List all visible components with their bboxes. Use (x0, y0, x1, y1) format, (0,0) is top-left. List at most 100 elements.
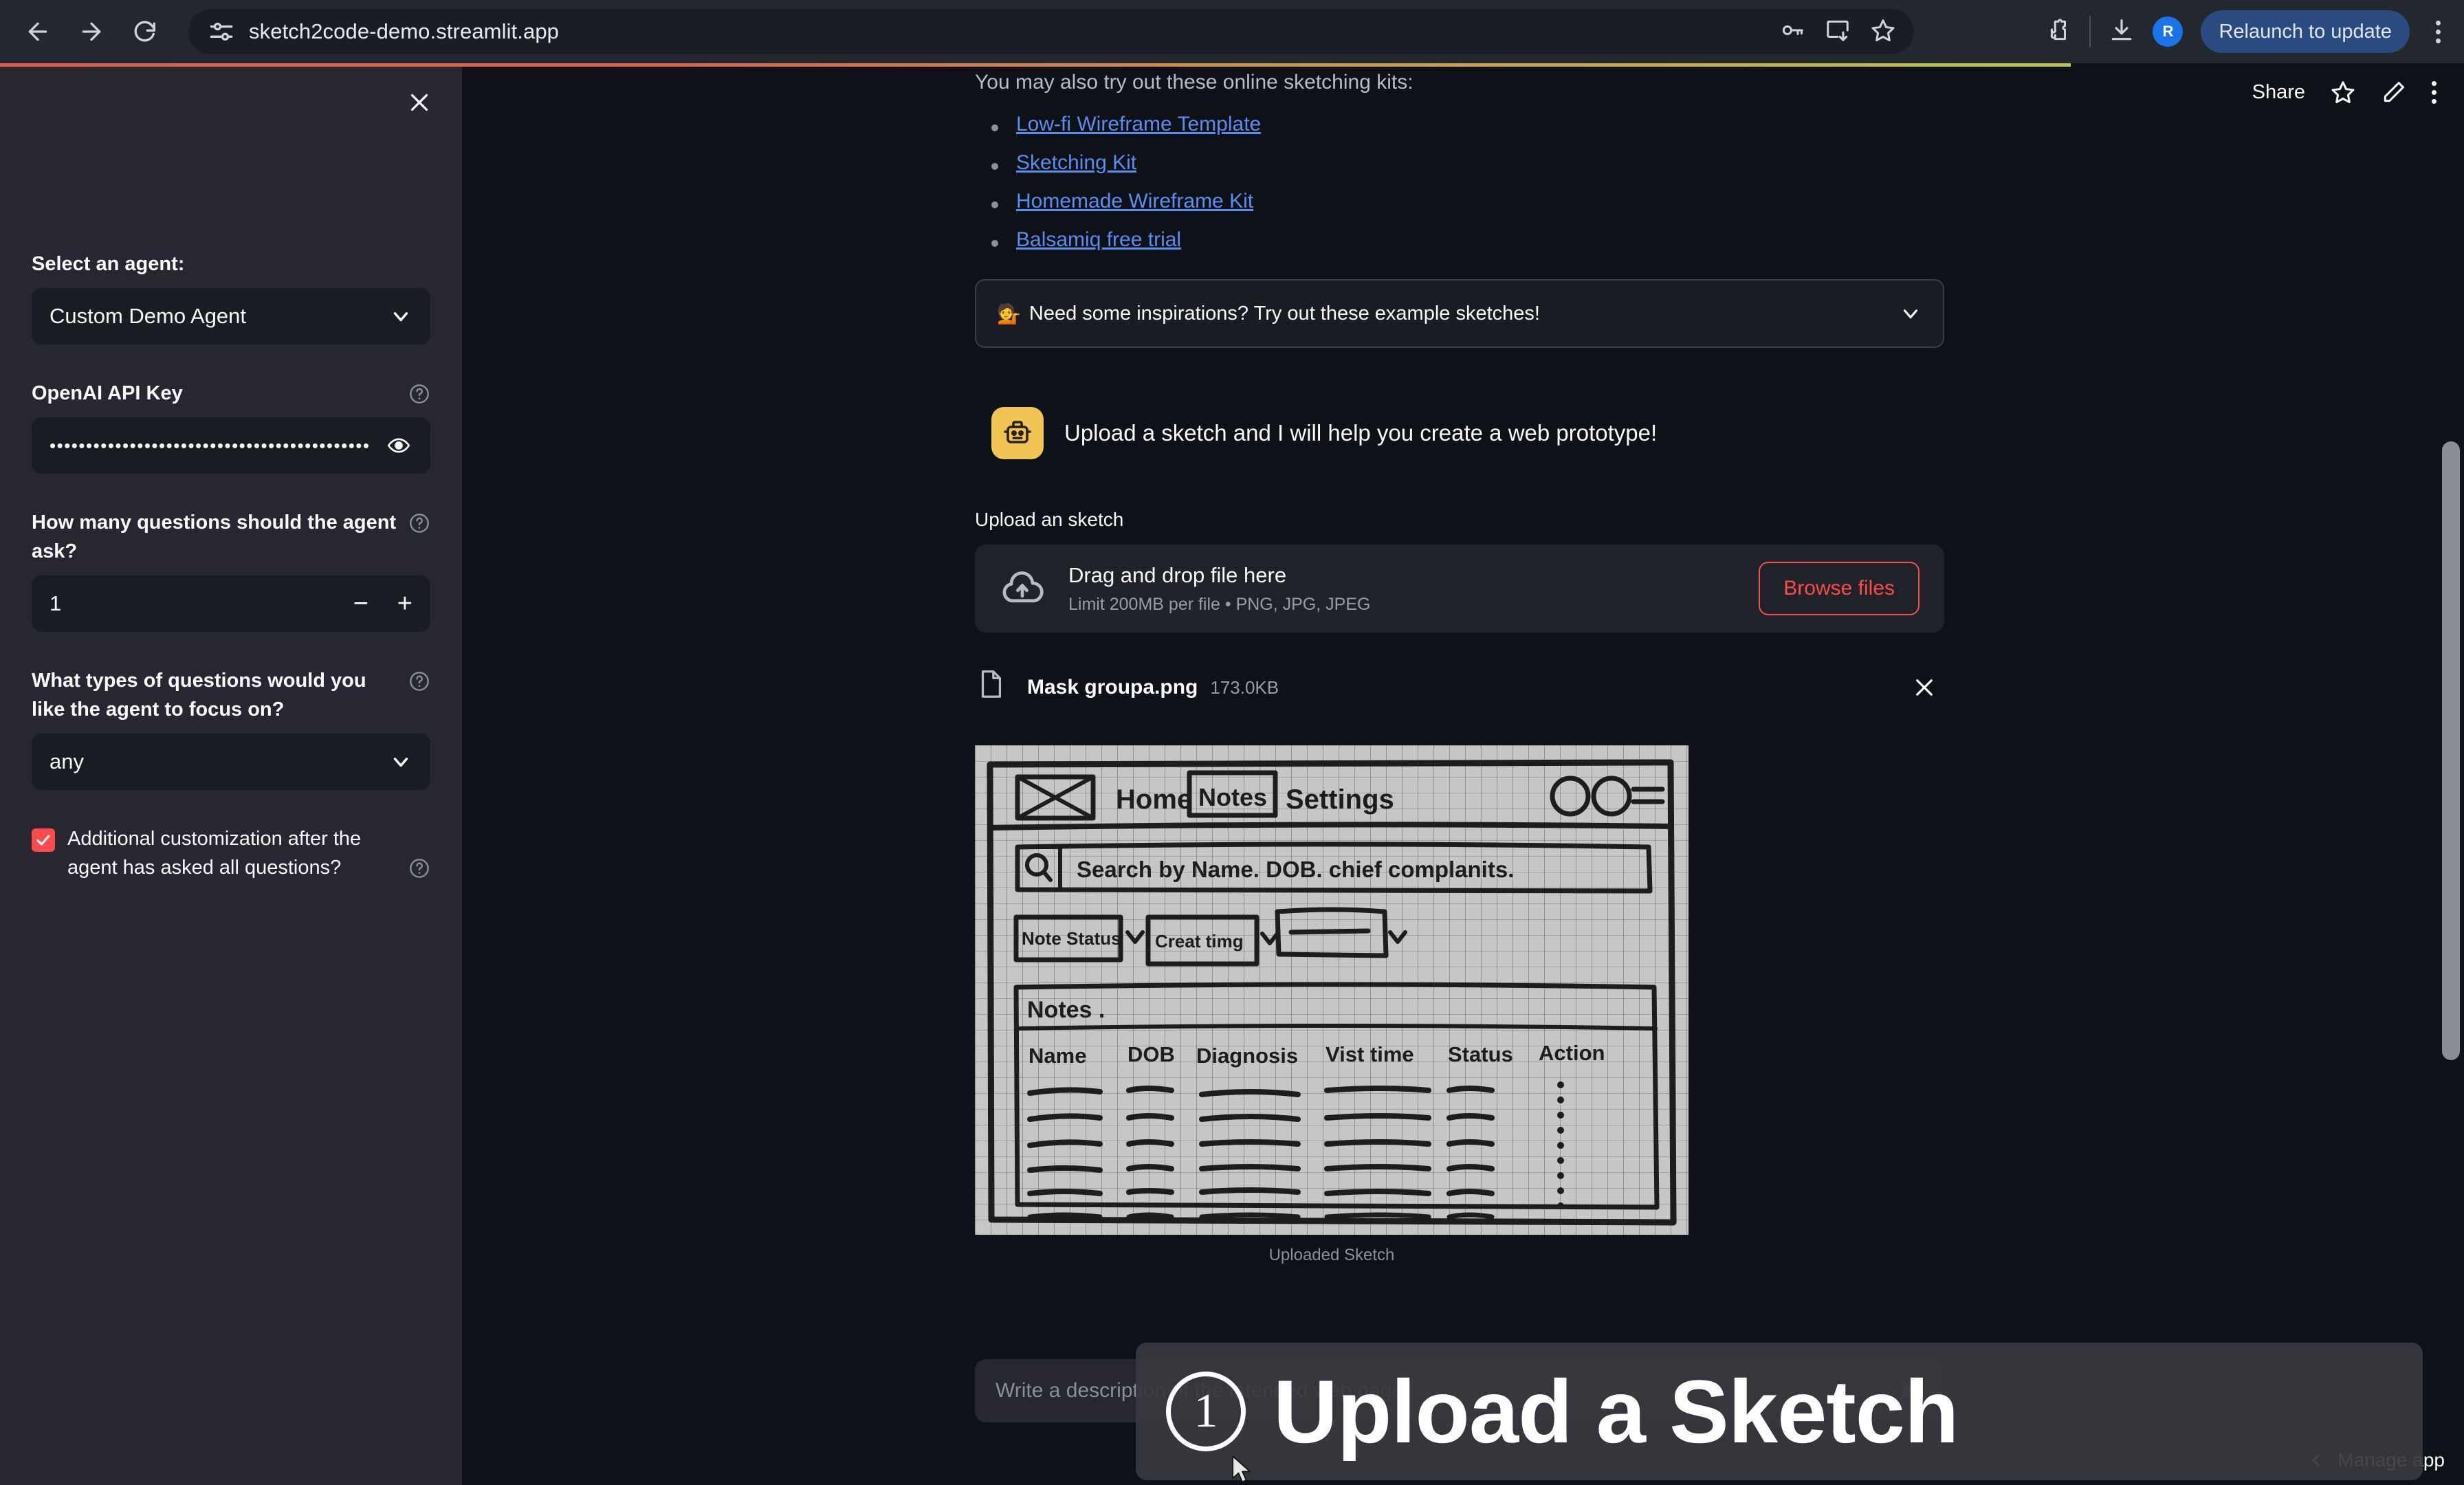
expander-label-text: Need some inspirations? Try out these ex… (1028, 302, 1540, 324)
robot-icon (991, 407, 1044, 459)
list-item: Low-fi Wireframe Template (975, 113, 1944, 136)
sketching-kits-list: Low-fi Wireframe Template Sketching Kit … (975, 113, 1944, 252)
browser-menu-button[interactable] (2428, 20, 2449, 43)
help-circle-icon[interactable] (408, 670, 430, 692)
reload-button[interactable] (120, 6, 170, 57)
assistant-chat-message: Upload a sketch and I will help you crea… (991, 407, 1944, 459)
api-key-input[interactable]: ••••••••••••••••••••••••••••••••••••••••… (32, 417, 430, 474)
help-circle-icon[interactable] (408, 383, 430, 405)
kit-link-3[interactable]: Balsamiq free trial (1016, 228, 1181, 251)
question-count-field: How many questions should the agent ask?… (32, 508, 430, 632)
forward-button[interactable] (66, 6, 117, 57)
help-circle-icon[interactable] (408, 512, 430, 534)
kit-link-0[interactable]: Low-fi Wireframe Template (1016, 113, 1261, 135)
dropzone-subtitle: Limit 200MB per file • PNG, JPG, JPEG (1068, 594, 1371, 614)
extensions-puzzle-icon[interactable] (2045, 17, 2071, 47)
sketch-caption: Uploaded Sketch (1268, 1246, 1395, 1264)
main-scrollbar[interactable] (2442, 441, 2460, 1060)
help-circle-icon[interactable] (408, 857, 430, 879)
app-menu-button[interactable] (2432, 80, 2436, 104)
file-uploader-label: Upload an sketch (975, 509, 1124, 530)
pencil-icon[interactable] (2381, 79, 2407, 105)
svg-text:Home: Home (1116, 784, 1192, 815)
sidebar-close-button[interactable] (402, 85, 437, 120)
key-icon[interactable] (1779, 17, 1805, 47)
svg-text:Search by Name. DOB. chief com: Search by Name. DOB. chief complanits. (1077, 857, 1514, 882)
sketching-kits-intro: You may also try out these online sketch… (975, 71, 1414, 94)
api-key-label-row: OpenAI API Key (32, 379, 430, 417)
expander-label: 💁 Need some inspirations? Try out these … (997, 302, 1540, 325)
site-settings-icon[interactable] (206, 16, 236, 47)
uploaded-file-row: Mask groupa.png 173.0KB (975, 661, 1944, 714)
mouse-cursor (1232, 1455, 1251, 1483)
streamlit-toolbar: Share (2252, 79, 2436, 105)
tutorial-step-number: 1 (1166, 1372, 1246, 1451)
install-app-icon[interactable] (1825, 17, 1851, 47)
question-count-stepper[interactable]: 1 − + (32, 575, 430, 632)
uploaded-file-name: Mask groupa.png (1027, 676, 1198, 698)
profile-avatar[interactable]: R (2153, 16, 2184, 47)
tutorial-overlay-banner: 1 Upload a Sketch (1136, 1343, 2423, 1480)
uploaded-sketch-container: Home Notes Settings Search by Name. DOB.… (975, 745, 1688, 1265)
remove-file-button[interactable] (1911, 674, 1937, 701)
additional-customization-label: Additional customization after the agent… (67, 828, 362, 879)
svg-text:Notes: Notes (1198, 783, 1267, 811)
api-key-label: OpenAI API Key (32, 382, 183, 405)
document-icon (975, 668, 1006, 707)
kit-link-2[interactable]: Homemade Wireframe Kit (1016, 190, 1253, 212)
relaunch-to-update-button[interactable]: Relaunch to update (2201, 10, 2410, 53)
additional-customization-checkbox[interactable] (32, 828, 55, 852)
svg-text:DOB: DOB (1128, 1042, 1175, 1066)
sidebar-content: Select an agent: Custom Demo Agent OpenA… (32, 250, 430, 882)
kit-link-1[interactable]: Sketching Kit (1016, 151, 1136, 174)
tutorial-step-title: Upload a Sketch (1273, 1361, 1959, 1462)
agent-select[interactable]: Custom Demo Agent (32, 288, 430, 345)
eye-icon[interactable] (385, 434, 412, 457)
cloud-upload-icon (1000, 566, 1045, 611)
svg-text:Settings: Settings (1286, 784, 1394, 815)
toolbar-divider (2089, 16, 2091, 47)
list-item: Balsamiq free trial (975, 228, 1944, 252)
uploaded-file-size: 173.0KB (1210, 676, 1279, 698)
uploaded-sketch-image: Home Notes Settings Search by Name. DOB.… (975, 745, 1688, 1235)
agent-select-label: Select an agent: (32, 253, 185, 275)
additional-customization-checkbox-row[interactable]: Additional customization after the agent… (32, 824, 430, 882)
streamlit-app: Select an agent: Custom Demo Agent OpenA… (0, 67, 2464, 1485)
dropzone-title: Drag and drop file here (1068, 562, 1287, 587)
api-key-value: ••••••••••••••••••••••••••••••••••••••••… (50, 434, 371, 456)
address-bar-url: sketch2code-demo.streamlit.app (249, 19, 560, 43)
sketch-drawing: Home Notes Settings Search by Name. DOB.… (987, 759, 1677, 1226)
browser-chrome: sketch2code-demo.streamlit.app R Relaunc… (0, 0, 2464, 63)
star-icon[interactable] (2330, 79, 2356, 105)
question-types-select[interactable]: any (32, 734, 430, 791)
example-sketches-expander[interactable]: 💁 Need some inspirations? Try out these … (975, 279, 1944, 348)
question-types-label-row: What types of questions would you like t… (32, 666, 430, 734)
file-dropzone[interactable]: Drag and drop file here Limit 200MB per … (975, 544, 1944, 632)
browse-files-button[interactable]: Browse files (1759, 562, 1920, 615)
svg-text:Vist time: Vist time (1326, 1042, 1414, 1066)
list-item: Sketching Kit (975, 151, 1944, 175)
chevron-down-icon (389, 305, 412, 328)
content-column: You may also try out these online sketch… (975, 67, 1944, 1265)
sidebar: Select an agent: Custom Demo Agent OpenA… (0, 67, 462, 1485)
star-icon[interactable] (1870, 17, 1896, 47)
back-button[interactable] (12, 6, 63, 57)
svg-text:Notes .: Notes . (1027, 997, 1105, 1023)
person-tipping-hand-emoji: 💁 (997, 302, 1021, 324)
question-count-value: 1 (50, 591, 62, 616)
address-bar[interactable]: sketch2code-demo.streamlit.app (188, 9, 1914, 54)
svg-text:Note Status: Note Status (1022, 928, 1121, 949)
assistant-message-text: Upload a sketch and I will help you crea… (1064, 420, 1658, 446)
svg-text:Action: Action (1539, 1041, 1605, 1065)
browser-nav-buttons (12, 6, 170, 57)
increment-button[interactable]: + (397, 591, 412, 617)
question-count-label-row: How many questions should the agent ask? (32, 508, 430, 575)
downloads-icon[interactable] (2109, 17, 2135, 47)
decrement-button[interactable]: − (353, 591, 368, 617)
list-item: Homemade Wireframe Kit (975, 190, 1944, 213)
address-bar-icons (1779, 17, 1896, 47)
stepper-buttons: − + (353, 591, 412, 617)
question-types-field: What types of questions would you like t… (32, 666, 430, 791)
api-key-field: OpenAI API Key •••••••••••••••••••••••••… (32, 379, 430, 474)
share-button[interactable]: Share (2252, 81, 2305, 104)
